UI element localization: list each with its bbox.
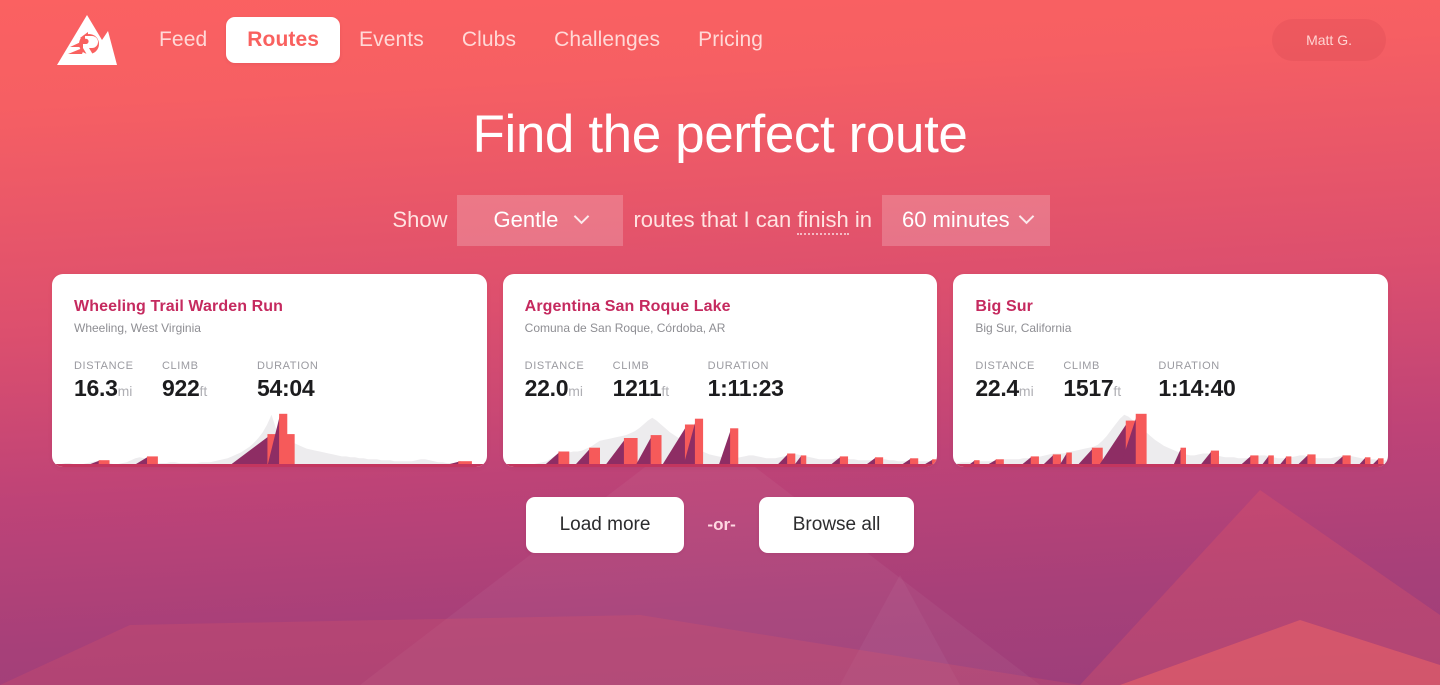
stat-unit: ft: [1113, 382, 1122, 399]
stat-unit: ft: [199, 382, 208, 399]
stat-number: 16.3: [74, 374, 118, 401]
stat-number: 22.4: [975, 374, 1019, 401]
stat-number: 22.0: [524, 374, 569, 401]
nav-item-challenges[interactable]: Challenges: [535, 17, 679, 63]
stat-label: CLIMB: [612, 359, 650, 372]
filter-middle-tail: in: [848, 207, 872, 233]
elevation-profile-chart: [502, 417, 938, 467]
chevron-down-icon: [1018, 208, 1034, 225]
chevron-down-icon: [574, 208, 590, 225]
nav-item-feed[interactable]: Feed: [140, 17, 226, 63]
stat-value: 922ft: [162, 375, 257, 402]
route-card[interactable]: Wheeling Trail Warden Run Wheeling, West…: [52, 273, 487, 467]
stat-distance: DISTANCE 22.4mi: [975, 360, 1063, 402]
nav-item-pricing[interactable]: Pricing: [679, 17, 782, 63]
route-title: Big Sur: [975, 297, 1033, 315]
stat-number: 1:11:23: [707, 374, 784, 401]
filter-prefix-label: Show: [392, 207, 448, 233]
stat-unit: mi: [1018, 382, 1034, 399]
or-separator-label: -or-: [707, 514, 736, 534]
stat-distance: DISTANCE 16.3mi: [74, 360, 162, 402]
finish-highlight-text: finish: [797, 207, 849, 236]
route-stats: DISTANCE 22.4mi CLIMB 1517ft DURATION 1:…: [975, 360, 1278, 402]
route-card[interactable]: Big Sur Big Sur, California DISTANCE 22.…: [953, 273, 1389, 467]
list-actions: Load more -or- Browse all: [0, 496, 1440, 553]
mountain-r-logo-icon[interactable]: [56, 14, 118, 66]
nav-item-routes[interactable]: Routes: [226, 17, 341, 63]
route-title: Argentina San Roque Lake: [524, 297, 731, 315]
hero-section: Find the perfect route: [0, 107, 1440, 163]
difficulty-select[interactable]: Gentle: [457, 194, 624, 246]
stat-duration: DURATION 1:14:40: [1158, 360, 1278, 402]
filter-middle-text: routes that I can: [633, 207, 798, 233]
stat-number: 1:14:40: [1158, 374, 1236, 401]
stat-number: 1211: [612, 374, 662, 401]
nav-item-events[interactable]: Events: [340, 17, 443, 63]
nav-item-clubs[interactable]: Clubs: [443, 17, 535, 63]
stat-number: 54:04: [257, 374, 315, 401]
stat-value: 22.4mi: [975, 375, 1063, 402]
stat-value: 22.0mi: [525, 375, 613, 402]
route-location: Wheeling, West Virginia: [74, 320, 201, 335]
stat-distance: DISTANCE 22.0mi: [525, 360, 613, 402]
duration-select[interactable]: 60 minutes: [881, 194, 1050, 246]
stat-label: DISTANCE: [524, 359, 585, 372]
stat-duration: DURATION 54:04: [257, 360, 377, 402]
stat-label: CLIMB: [162, 359, 199, 372]
stat-value: 54:04: [257, 375, 377, 402]
stat-label: CLIMB: [1063, 359, 1100, 372]
stat-number: 1517: [1063, 374, 1114, 401]
main-navigation: Feed Routes Events Clubs Challenges Pric…: [140, 17, 782, 63]
route-location: Big Sur, California: [975, 320, 1072, 335]
route-title: Wheeling Trail Warden Run: [74, 297, 284, 315]
difficulty-select-value: Gentle: [493, 206, 559, 232]
filter-middle-label: routes that I can finish in: [627, 207, 877, 236]
stat-label: DISTANCE: [975, 359, 1035, 372]
site-header: Feed Routes Events Clubs Challenges Pric…: [0, 0, 1440, 80]
user-account-button[interactable]: Matt G.: [1272, 19, 1386, 61]
stat-value: 1211ft: [613, 375, 708, 402]
route-cards-list: Wheeling Trail Warden Run Wheeling, West…: [0, 273, 1440, 467]
stat-climb: CLIMB 1211ft: [613, 360, 708, 402]
browse-all-button[interactable]: Browse all: [758, 496, 915, 553]
stat-climb: CLIMB 1517ft: [1063, 360, 1158, 402]
stat-value: 1517ft: [1063, 375, 1158, 402]
route-card[interactable]: Argentina San Roque Lake Comuna de San R…: [502, 273, 938, 467]
stat-unit: mi: [117, 382, 133, 399]
stat-unit: mi: [568, 382, 584, 399]
elevation-profile-chart: [52, 413, 487, 467]
route-stats: DISTANCE 22.0mi CLIMB 1211ft DURATION 1:…: [525, 360, 828, 402]
stat-value: 16.3mi: [74, 375, 162, 402]
duration-select-value: 60 minutes: [901, 206, 1010, 232]
stat-value: 1:14:40: [1158, 375, 1278, 402]
stat-label: DURATION: [257, 359, 319, 372]
stat-label: DISTANCE: [74, 359, 134, 372]
elevation-profile-chart: [953, 413, 1389, 467]
stat-value: 1:11:23: [708, 375, 828, 402]
stat-label: DURATION: [1158, 359, 1220, 372]
stat-label: DURATION: [707, 359, 770, 372]
route-location: Comuna de San Roque, Córdoba, AR: [524, 320, 726, 335]
stat-climb: CLIMB 922ft: [162, 360, 257, 402]
page-title: Find the perfect route: [472, 105, 968, 164]
stat-duration: DURATION 1:11:23: [708, 360, 828, 402]
stat-number: 922: [162, 374, 200, 401]
route-stats: DISTANCE 16.3mi CLIMB 922ft DURATION 54:…: [74, 360, 377, 402]
stat-unit: ft: [661, 382, 670, 399]
load-more-button[interactable]: Load more: [525, 496, 685, 553]
filter-sentence: Show Gentle routes that I can finish in …: [0, 194, 1440, 246]
